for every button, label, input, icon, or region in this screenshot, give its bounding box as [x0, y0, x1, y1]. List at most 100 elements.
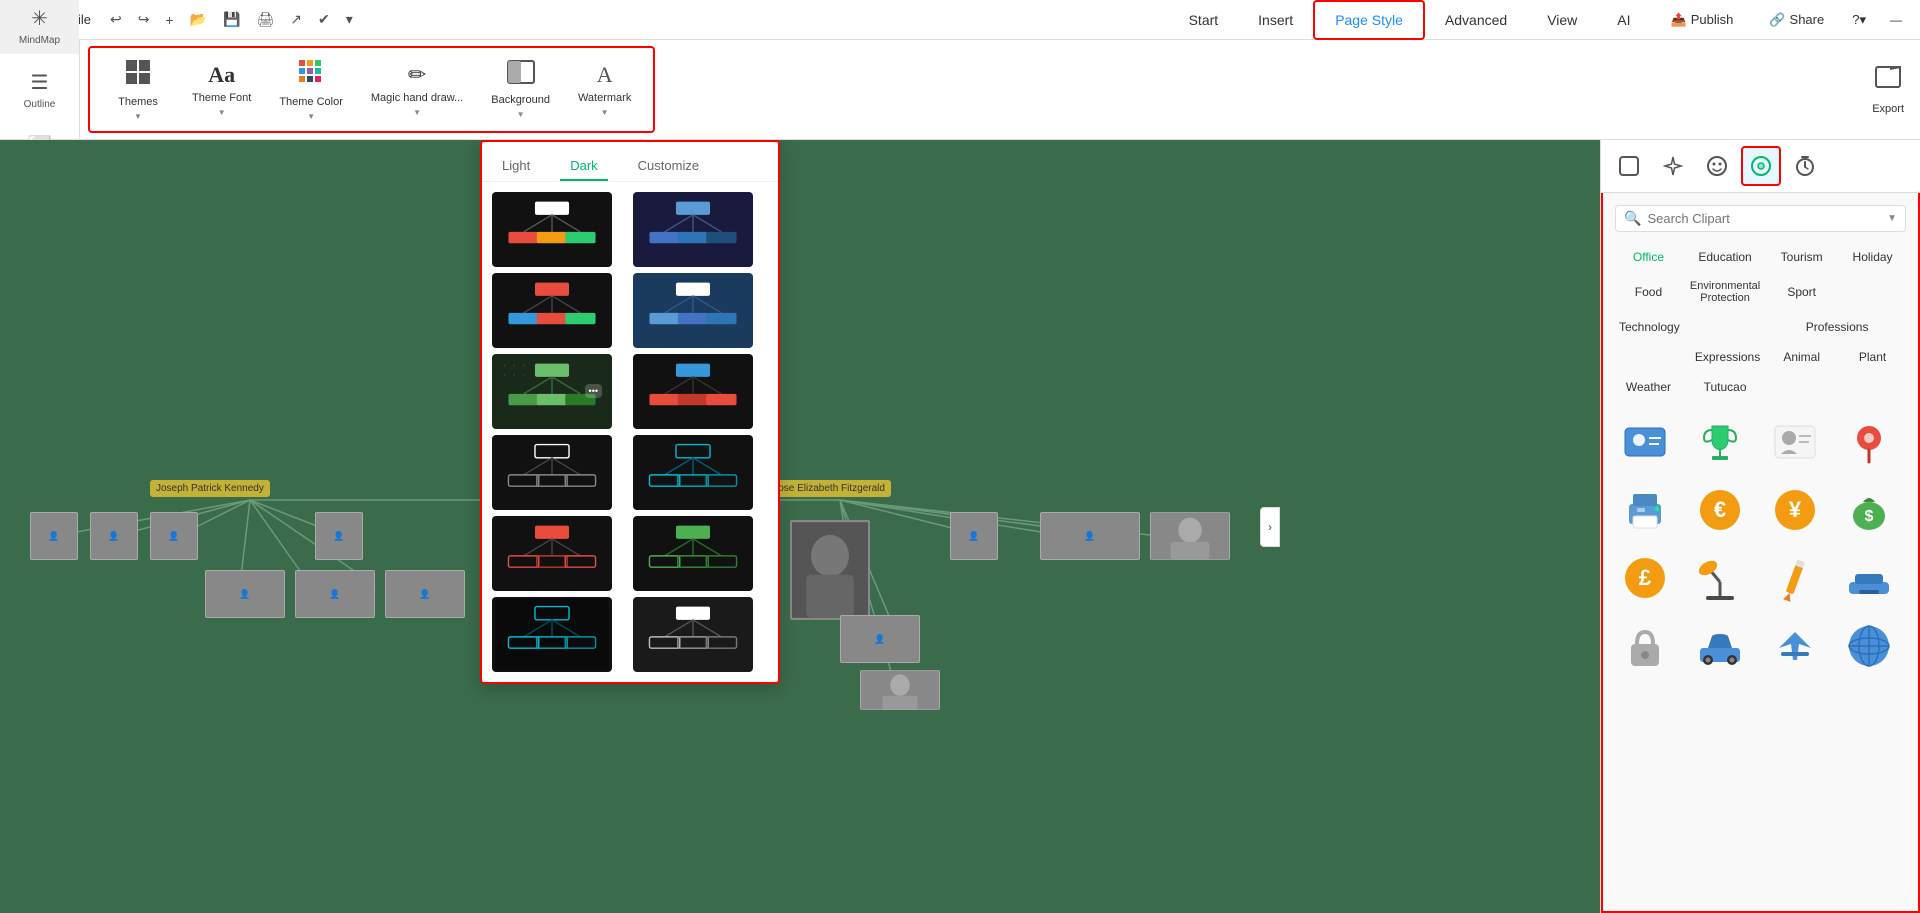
- svg-text:$: $: [1865, 508, 1874, 525]
- outline-icon: ☰: [31, 70, 49, 95]
- collapse-button[interactable]: ›: [1260, 507, 1280, 547]
- minimize-button[interactable]: —: [1882, 9, 1910, 31]
- search-dropdown-arrow[interactable]: ▼: [1887, 213, 1897, 224]
- category-tutucao[interactable]: Tutucao: [1686, 374, 1764, 400]
- new-button[interactable]: +: [160, 9, 178, 31]
- toolbar-themes[interactable]: Themes ▼: [98, 52, 178, 127]
- clipart-pound[interactable]: £: [1615, 548, 1675, 608]
- toolbar-theme-font[interactable]: Aa Theme Font ▼: [178, 56, 265, 123]
- right-panel-content: 🔍 ▼ Office Education Tourism Holiday Foo…: [1601, 193, 1920, 913]
- redo-button[interactable]: ↪: [133, 8, 155, 31]
- theme-card-11[interactable]: [492, 597, 612, 672]
- toolbar-items: Themes ▼ Aa Theme Font ▼: [88, 46, 655, 133]
- theme-card-7[interactable]: [492, 435, 612, 510]
- clipart-plane[interactable]: [1765, 616, 1825, 676]
- timer-icon-btn[interactable]: [1785, 146, 1825, 186]
- category-tourism[interactable]: Tourism: [1768, 244, 1835, 270]
- category-technology[interactable]: Technology: [1615, 314, 1764, 340]
- category-animal[interactable]: Animal: [1768, 344, 1835, 370]
- category-expressions[interactable]: Expressions: [1615, 344, 1764, 370]
- theme-card-4[interactable]: [633, 273, 753, 348]
- theme-card-12[interactable]: [633, 597, 753, 672]
- category-education[interactable]: Education: [1686, 244, 1764, 270]
- clipart-trophy[interactable]: [1690, 412, 1750, 472]
- emoji-icon-btn[interactable]: [1697, 146, 1737, 186]
- open-button[interactable]: 📂: [185, 8, 212, 31]
- photo-node-1: 👤: [30, 512, 78, 560]
- category-professions[interactable]: Professions: [1768, 314, 1906, 340]
- theme-card-3[interactable]: [492, 273, 612, 348]
- save-button[interactable]: 💾: [218, 8, 245, 31]
- tab-light[interactable]: Light: [492, 152, 540, 181]
- category-sport[interactable]: Sport: [1768, 274, 1835, 310]
- theme-card-6[interactable]: [633, 354, 753, 429]
- category-plant[interactable]: Plant: [1839, 344, 1906, 370]
- svg-text:£: £: [1639, 565, 1652, 590]
- theme-grid: •••: [482, 182, 778, 682]
- publish-button[interactable]: 📤 Publish: [1655, 8, 1750, 32]
- category-office[interactable]: Office: [1615, 244, 1682, 270]
- background-label: Background: [491, 94, 550, 106]
- clipart-person-card[interactable]: [1765, 412, 1825, 472]
- print-button[interactable]: 🖨: [251, 8, 279, 31]
- toolbar-magic-draw[interactable]: ✏ Magic hand draw... ▼: [357, 56, 477, 123]
- sidebar-outline[interactable]: ☰ Outline: [0, 62, 79, 118]
- toolbar-theme-color[interactable]: Theme Color ▼: [265, 52, 357, 127]
- clipart-car[interactable]: [1690, 616, 1750, 676]
- clipart-pencil[interactable]: [1765, 548, 1825, 608]
- clipart-globe[interactable]: [1839, 616, 1899, 676]
- watermark-label: Watermark: [578, 92, 631, 104]
- more-button[interactable]: ▾: [341, 8, 358, 31]
- tab-page-style[interactable]: Page Style: [1313, 0, 1425, 40]
- theme-card-10[interactable]: [633, 516, 753, 591]
- tab-view[interactable]: View: [1527, 0, 1597, 40]
- clipart-euro[interactable]: €: [1690, 480, 1750, 540]
- theme-card-1[interactable]: [492, 192, 612, 267]
- clipart-stapler[interactable]: [1839, 548, 1899, 608]
- clipart-printer[interactable]: [1615, 480, 1675, 540]
- tab-dark[interactable]: Dark: [560, 152, 607, 181]
- category-holiday[interactable]: Holiday: [1839, 244, 1906, 270]
- photo-node-5: 👤: [205, 570, 285, 618]
- category-env[interactable]: Environmental Protection: [1686, 274, 1764, 310]
- share-button[interactable]: 🔗 Share: [1757, 8, 1836, 32]
- tab-start[interactable]: Start: [1169, 0, 1239, 40]
- tab-insert[interactable]: Insert: [1238, 0, 1313, 40]
- search-input[interactable]: [1647, 211, 1881, 226]
- canvas-area[interactable]: Joseph Patrick Kennedy 👤 👤 👤 👤 👤 👤 👤 Ros…: [0, 140, 1600, 913]
- clipart-dollar-bag[interactable]: $: [1839, 480, 1899, 540]
- clipart-id-card[interactable]: [1615, 412, 1675, 472]
- clipart-yen[interactable]: ¥: [1765, 480, 1825, 540]
- tab-advanced[interactable]: Advanced: [1425, 0, 1527, 40]
- theme-card-8[interactable]: [633, 435, 753, 510]
- tab-customize[interactable]: Customize: [628, 152, 709, 181]
- category-food[interactable]: Food: [1615, 274, 1682, 310]
- undo-button[interactable]: ↩: [105, 8, 127, 31]
- export-icon: [1874, 65, 1902, 99]
- svg-text:¥: ¥: [1788, 497, 1801, 522]
- clipart-lock[interactable]: [1615, 616, 1675, 676]
- theme-card-2[interactable]: [633, 192, 753, 267]
- watermark-arrow: ▼: [601, 108, 609, 117]
- right-panel-icons: [1601, 140, 1920, 193]
- toolbar-background[interactable]: Background ▼: [477, 54, 564, 125]
- photo-robert: [790, 520, 870, 620]
- export-button[interactable]: Export: [1872, 65, 1904, 115]
- clipart-pin[interactable]: [1839, 412, 1899, 472]
- toolbar-watermark[interactable]: A Watermark ▼: [564, 56, 645, 123]
- category-weather[interactable]: Weather: [1615, 374, 1682, 400]
- export-file-button[interactable]: ↗: [285, 8, 307, 31]
- check-button[interactable]: ✔: [313, 8, 335, 31]
- theme-card-5[interactable]: •••: [492, 354, 612, 429]
- clipart-icon-btn[interactable]: [1741, 146, 1781, 186]
- share-icon: 🔗: [1769, 12, 1785, 28]
- sparkle-icon-btn[interactable]: [1653, 146, 1693, 186]
- sidebar-mindmap[interactable]: ✳ MindMap: [0, 0, 79, 54]
- shapes-icon-btn[interactable]: [1609, 146, 1649, 186]
- theme-card-9[interactable]: [492, 516, 612, 591]
- outline-label: Outline: [24, 99, 56, 110]
- clipart-desk-lamp[interactable]: [1690, 548, 1750, 608]
- search-bar: 🔍 ▼: [1615, 205, 1906, 232]
- help-button[interactable]: ?▾: [1844, 8, 1874, 32]
- tab-ai[interactable]: AI: [1597, 0, 1650, 40]
